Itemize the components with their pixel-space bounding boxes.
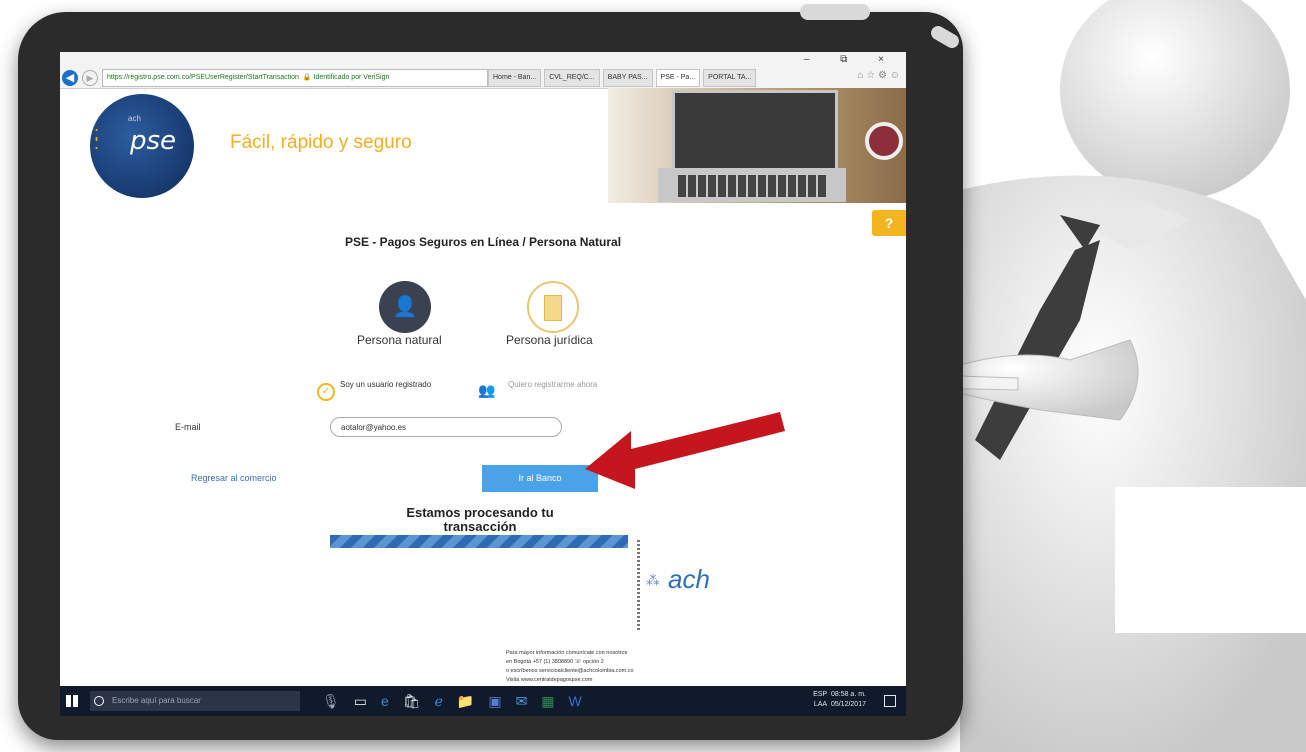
cortana-icon[interactable] (94, 696, 104, 706)
explorer-icon[interactable]: 📁 (457, 693, 474, 710)
teams-icon[interactable]: ▣ (488, 693, 501, 710)
tray-time: 08:58 a. m. (830, 691, 866, 698)
ie-icon[interactable]: ℯ (435, 693, 443, 710)
slogan: Fácil, rápido y seguro (230, 132, 412, 153)
excel-icon[interactable]: ▦ (541, 693, 554, 710)
contact-info: Para mayor información comunícate con no… (506, 649, 634, 685)
keyboard-image (678, 175, 828, 197)
processing-message: Estamos procesando tu transacción (380, 506, 580, 534)
processing-line-2: transacción (443, 519, 517, 534)
tablet-power-button (800, 4, 870, 20)
contact-line-4[interactable]: Visita www.centraldepagospse.com (506, 676, 634, 685)
red-arrow-annotation (585, 412, 785, 489)
progress-fill (330, 535, 628, 548)
tea-cup-image (865, 122, 903, 160)
tab-baby[interactable]: BABY PAS... (602, 69, 653, 87)
system-tray[interactable]: ESP 08:58 a. m. LAA 05/12/2017 (813, 690, 866, 710)
progress-bar (330, 535, 628, 548)
address-url: https://registro.pse.com.co/PSEUserRegis… (107, 74, 299, 81)
tab-pse[interactable]: PSE - Pa... (655, 69, 701, 87)
edge-icon[interactable]: e (381, 693, 389, 710)
add-user-icon[interactable]: 👥 (478, 382, 495, 399)
persona-natural-label[interactable]: Persona natural (357, 333, 442, 347)
tab-home[interactable]: Home - Ban... (488, 69, 542, 87)
contact-line-2: en Bogotá +57 (1) 3808890 ☏ opción 2 (506, 659, 604, 665)
back-to-merchant-link[interactable]: Regresar al comercio (191, 473, 277, 483)
tray-lang: ESP (813, 691, 828, 698)
tray-lang-2: LAA (813, 701, 828, 708)
word-icon[interactable]: W (569, 693, 582, 710)
registered-user-option[interactable]: Soy un usuario registrado (340, 380, 431, 389)
contact-line-3[interactable]: o escríbenos servicioalcliente@achcolomb… (506, 667, 634, 676)
notification-icon[interactable] (884, 695, 896, 707)
lock-icon: 🔒 (302, 74, 312, 81)
persona-natural-option[interactable]: 👤 (379, 281, 431, 333)
tab-cvl[interactable]: CVL_REQ/C... (544, 69, 600, 87)
blank-panel (1115, 487, 1306, 633)
logo-pse-text: pse (130, 126, 177, 156)
divider-line (637, 540, 640, 630)
building-icon (544, 295, 562, 321)
tray-date: 05/12/2017 (830, 701, 866, 708)
register-now-option[interactable]: Quiero registrarme ahora (508, 380, 597, 389)
processing-line-1: Estamos procesando tu (406, 505, 554, 520)
windows-taskbar: Escribe aquí para buscar 🎙 ▭ e 🛍 ℯ 📁 ▣ ✉… (60, 686, 906, 716)
go-to-bank-button[interactable]: Ir al Banco (482, 465, 598, 492)
check-icon[interactable]: ✓ (317, 383, 335, 401)
store-icon[interactable]: 🛍 (403, 693, 421, 710)
windows-start-icon[interactable] (66, 695, 78, 707)
logo-dots-icon: :: (94, 123, 100, 153)
address-bar[interactable]: https://registro.pse.com.co/PSEUserRegis… (102, 69, 488, 87)
email-label: E-mail (175, 422, 201, 432)
taskbar-search-input[interactable]: Escribe aquí para buscar (90, 691, 300, 711)
window-controls[interactable]: – ⧉ × (804, 54, 898, 65)
red-arrow-shape (585, 412, 785, 489)
ach-logo: ach (668, 564, 710, 594)
pse-logo[interactable]: :: ach pse (90, 94, 194, 198)
toolbar-icons[interactable]: ⌂ ☆ ⚙ ☺ (857, 70, 900, 81)
persona-juridica-option[interactable] (527, 281, 579, 333)
forward-arrow-icon[interactable]: ▶ (82, 70, 98, 86)
logo-ach-text: ach (128, 114, 141, 123)
tab-portal[interactable]: PORTAL TA... (703, 69, 757, 87)
laptop-image (672, 90, 838, 171)
taskbar-apps: 🎙 ▭ e 🛍 ℯ 📁 ▣ ✉ ▦ W (322, 693, 582, 710)
person-icon: 👤 (392, 296, 418, 318)
back-arrow-icon[interactable]: ◀ (62, 70, 78, 86)
tab-strip: Home - Ban... CVL_REQ/C... BABY PAS... P… (488, 69, 757, 87)
help-button[interactable]: ? (872, 210, 906, 236)
security-badge: Identificado por VeriSign (313, 74, 390, 81)
persona-juridica-label[interactable]: Persona jurídica (506, 333, 593, 347)
browser-screen: ◀ ▶ https://registro.pse.com.co/PSEUserR… (60, 52, 906, 716)
mic-icon[interactable]: 🎙 (322, 693, 340, 710)
mail-icon[interactable]: ✉ (516, 693, 528, 710)
task-view-icon[interactable]: ▭ (354, 693, 367, 710)
ach-dots-icon: ⁂ (646, 572, 660, 588)
email-field[interactable]: aotalor@yahoo.es (330, 417, 562, 437)
browser-toolbar: ◀ ▶ https://registro.pse.com.co/PSEUserR… (60, 52, 906, 89)
contact-line-1: Para mayor información comunícate con no… (506, 650, 628, 656)
page-title: PSE - Pagos Seguros en Línea / Persona N… (344, 235, 622, 249)
